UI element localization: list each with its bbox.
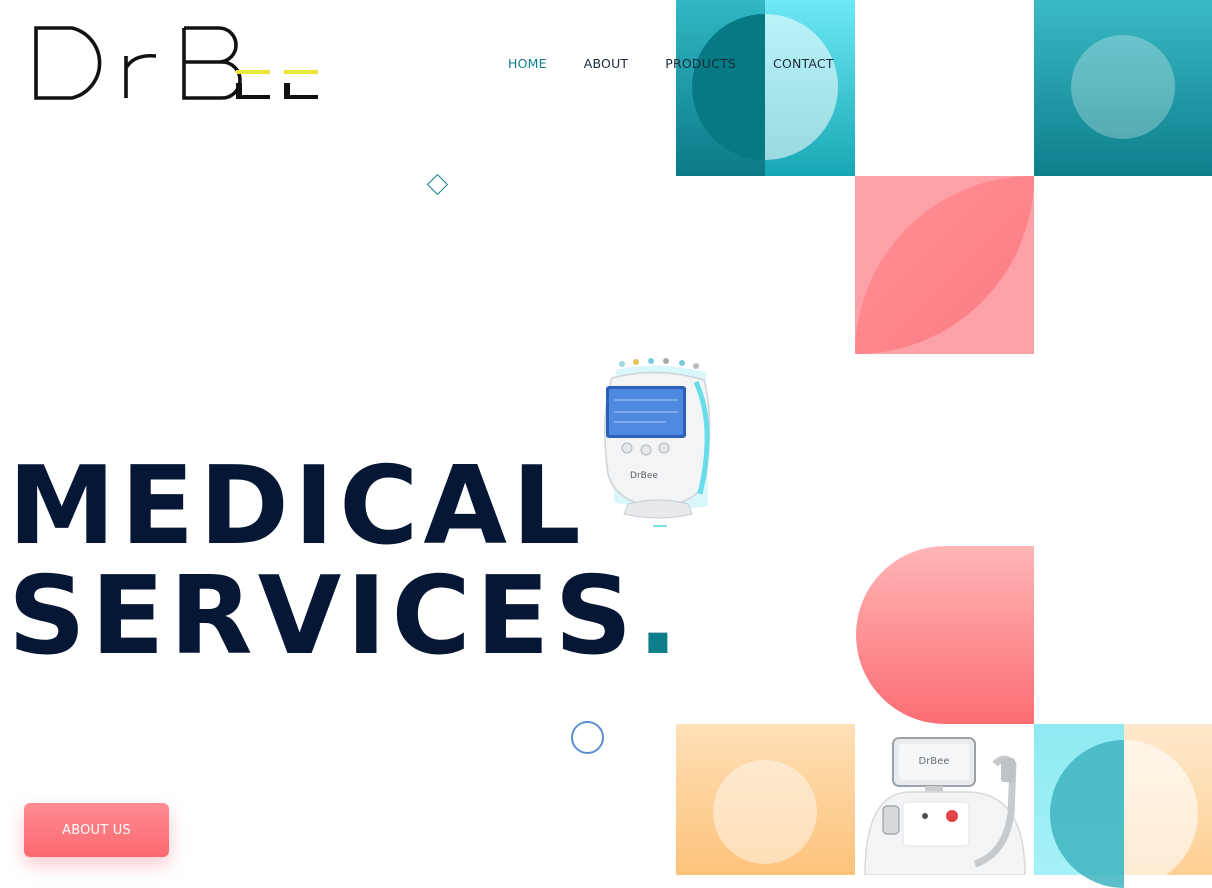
hero-heading-line2-text: SERVICES: [8, 554, 638, 679]
hero-heading-line2: SERVICES.: [8, 562, 683, 672]
hero-heading-line1: MEDICAL: [8, 444, 586, 569]
blue-ring-decoration: [571, 721, 604, 754]
teal-diamond-decoration: [426, 173, 449, 196]
laser-machine-image: DrBee: [855, 724, 1034, 875]
hero-heading: MEDICAL SERVICES.: [8, 452, 683, 672]
teal-circle-tile: [1034, 0, 1212, 176]
nav-products[interactable]: PRODUCTS: [665, 56, 736, 71]
main-nav: HOME ABOUT PRODUCTS CONTACT: [508, 56, 871, 71]
pink-half-pill-tile: [856, 546, 1034, 724]
nav-home[interactable]: HOME: [508, 56, 547, 71]
pink-leaf-tile: [855, 176, 1034, 354]
machine-brand-text: DrBee: [919, 756, 950, 767]
drbee-logo[interactable]: [34, 24, 324, 104]
teal-split-circle-tile: [676, 0, 855, 176]
hero-heading-dot: .: [637, 554, 684, 679]
orange-circle-tile: [676, 724, 855, 875]
nav-contact[interactable]: CONTACT: [773, 56, 834, 71]
about-us-button[interactable]: ABOUT US: [24, 803, 169, 857]
aqua-peach-split-circle-tile: [1034, 724, 1212, 888]
nav-about[interactable]: ABOUT: [584, 56, 629, 71]
